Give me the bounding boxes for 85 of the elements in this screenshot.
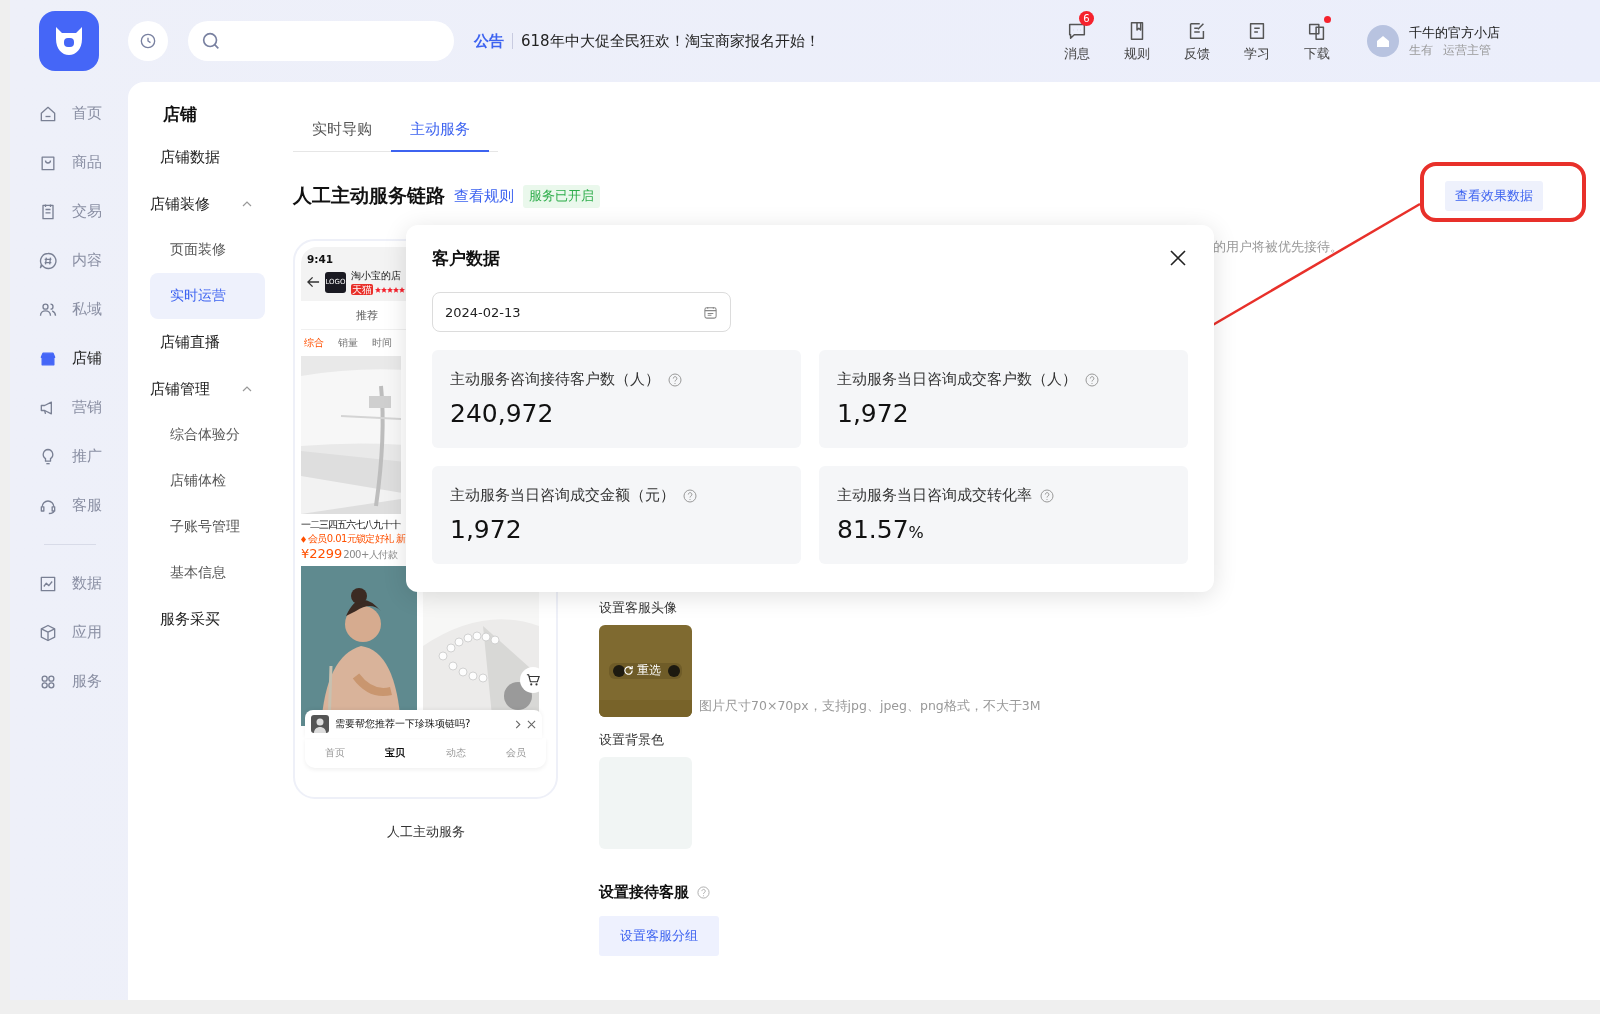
cart-icon <box>526 673 540 687</box>
menu-item[interactable]: 服务采买 <box>128 596 220 643</box>
back-icon[interactable] <box>307 276 320 288</box>
menu-group[interactable]: 店铺管理 <box>128 366 268 412</box>
menu-item[interactable]: 店铺直播 <box>128 319 220 366</box>
section-title: 店铺 <box>162 103 197 126</box>
toolbar-button[interactable]: 反馈 <box>1167 9 1227 63</box>
refresh-icon <box>623 665 634 676</box>
logo-icon <box>39 11 99 71</box>
section-heading: 设置接待客服 <box>599 883 689 902</box>
account-role: 运营主管 <box>1443 41 1491 59</box>
toolbar-button[interactable]: 规则 <box>1107 9 1167 63</box>
field-label: 设置客服头像 <box>599 599 677 617</box>
rules-link[interactable]: 查看规则 <box>454 186 514 206</box>
hash-icon <box>38 250 58 271</box>
help-icon[interactable] <box>668 372 682 387</box>
description-text: 的用户将被优先接待。 <box>1213 239 1343 256</box>
search-icon <box>200 30 222 52</box>
chat-message: 需要帮您推荐一下珍珠项链吗? <box>335 717 472 731</box>
toolbar-button[interactable]: 学习 <box>1227 9 1287 63</box>
field-label: 设置背景色 <box>599 731 664 749</box>
product-title: 一二三四五六七八九十十 <box>301 518 400 532</box>
clock-icon <box>138 31 158 51</box>
menu-item[interactable]: 实时运营 <box>150 273 265 319</box>
status-tag: 服务已开启 <box>523 184 600 208</box>
sales-count: 200+人付款 <box>343 548 398 562</box>
date-field[interactable]: 2024-02-13 <box>432 292 731 332</box>
sort-option[interactable]: 综合 <box>304 336 324 350</box>
group-button[interactable]: 设置客服分组 <box>599 916 719 956</box>
menu-item[interactable]: 店铺数据 <box>128 134 220 181</box>
menu-item[interactable]: 页面装修 <box>150 227 265 273</box>
tab[interactable]: 主动服务 <box>391 108 489 152</box>
menu-group[interactable]: 店铺装修 <box>128 181 268 227</box>
chat-prompt[interactable]: 需要帮您推荐一下珍珠项链吗? <box>305 710 542 738</box>
preview-caption: 人工主动服务 <box>386 823 465 841</box>
metric-label: 主动服务当日咨询成交转化率 <box>837 486 1032 505</box>
menu-item[interactable]: 子账号管理 <box>150 504 265 550</box>
upload-hint: 图片尺寸70×70px，支持jpg、jpeg、png格式，不大于3M <box>699 698 1041 715</box>
help-icon[interactable] <box>697 886 710 899</box>
history-button[interactable] <box>128 21 168 61</box>
help-icon[interactable] <box>1040 488 1054 503</box>
diamond-icon <box>301 535 306 543</box>
help-icon[interactable] <box>1085 372 1099 387</box>
shop-tab[interactable]: 推荐 <box>356 307 378 323</box>
menu-item[interactable]: 基本信息 <box>150 550 265 596</box>
announcement-text[interactable]: 618年中大促全民狂欢！淘宝商家报名开始！ <box>521 31 820 51</box>
announcement-label: 公告 <box>474 31 504 51</box>
toolbar-button[interactable]: 下载 <box>1287 9 1347 63</box>
caret-icon <box>242 201 252 207</box>
search-field[interactable] <box>188 21 454 61</box>
close-icon[interactable] <box>1170 250 1186 266</box>
avatar-icon <box>311 715 329 733</box>
metric-unit: % <box>908 523 924 542</box>
phone-tab[interactable]: 宝贝 <box>385 746 406 760</box>
count-badge: 6 <box>1079 10 1094 26</box>
avatar-icon[interactable] <box>1367 25 1399 57</box>
product-price: ¥2299 <box>301 546 343 561</box>
status-time: 9:41 <box>307 253 334 265</box>
shop-name: 淘小宝的店 <box>351 269 402 283</box>
menu-item[interactable]: 店铺体检 <box>150 458 265 504</box>
view-data-button[interactable]: 查看效果数据 <box>1445 181 1543 211</box>
metric-value: 1,972 <box>837 399 909 428</box>
mall-badge: 天猫 <box>351 284 373 295</box>
metric-label: 主动服务当日咨询成交金额（元） <box>450 486 675 505</box>
account-name: 千牛的官方小店 <box>1409 23 1500 42</box>
cube-icon <box>38 622 58 643</box>
toolbar-button[interactable]: 6 消息 <box>1047 9 1107 63</box>
help-icon[interactable] <box>683 488 697 503</box>
sort-option[interactable]: 销量 <box>338 336 358 350</box>
nav-item[interactable]: 店铺 <box>10 334 102 383</box>
dialog-title: 客户数据 <box>432 246 500 270</box>
metric-value: 1,972 <box>450 515 522 544</box>
account-subtitle: 生有 <box>1409 41 1433 59</box>
metric-label: 主动服务咨询接待客户数（人） <box>450 370 660 389</box>
sort-option[interactable]: 时间 <box>372 336 392 350</box>
metric-label: 主动服务当日咨询成交客户数（人） <box>837 370 1077 389</box>
metric-value: 240,972 <box>450 399 554 428</box>
promo-text: 会员0.01元锁定好礼 新 <box>308 532 406 546</box>
caret-icon <box>242 386 252 392</box>
page-heading: 人工主动服务链路 <box>293 183 445 208</box>
menu-item[interactable]: 综合体验分 <box>150 412 265 458</box>
calendar-icon <box>703 304 718 320</box>
metric-value: 81.57 <box>837 515 909 544</box>
tab[interactable]: 实时导购 <box>293 108 391 152</box>
chevron-icon[interactable] <box>515 719 521 729</box>
